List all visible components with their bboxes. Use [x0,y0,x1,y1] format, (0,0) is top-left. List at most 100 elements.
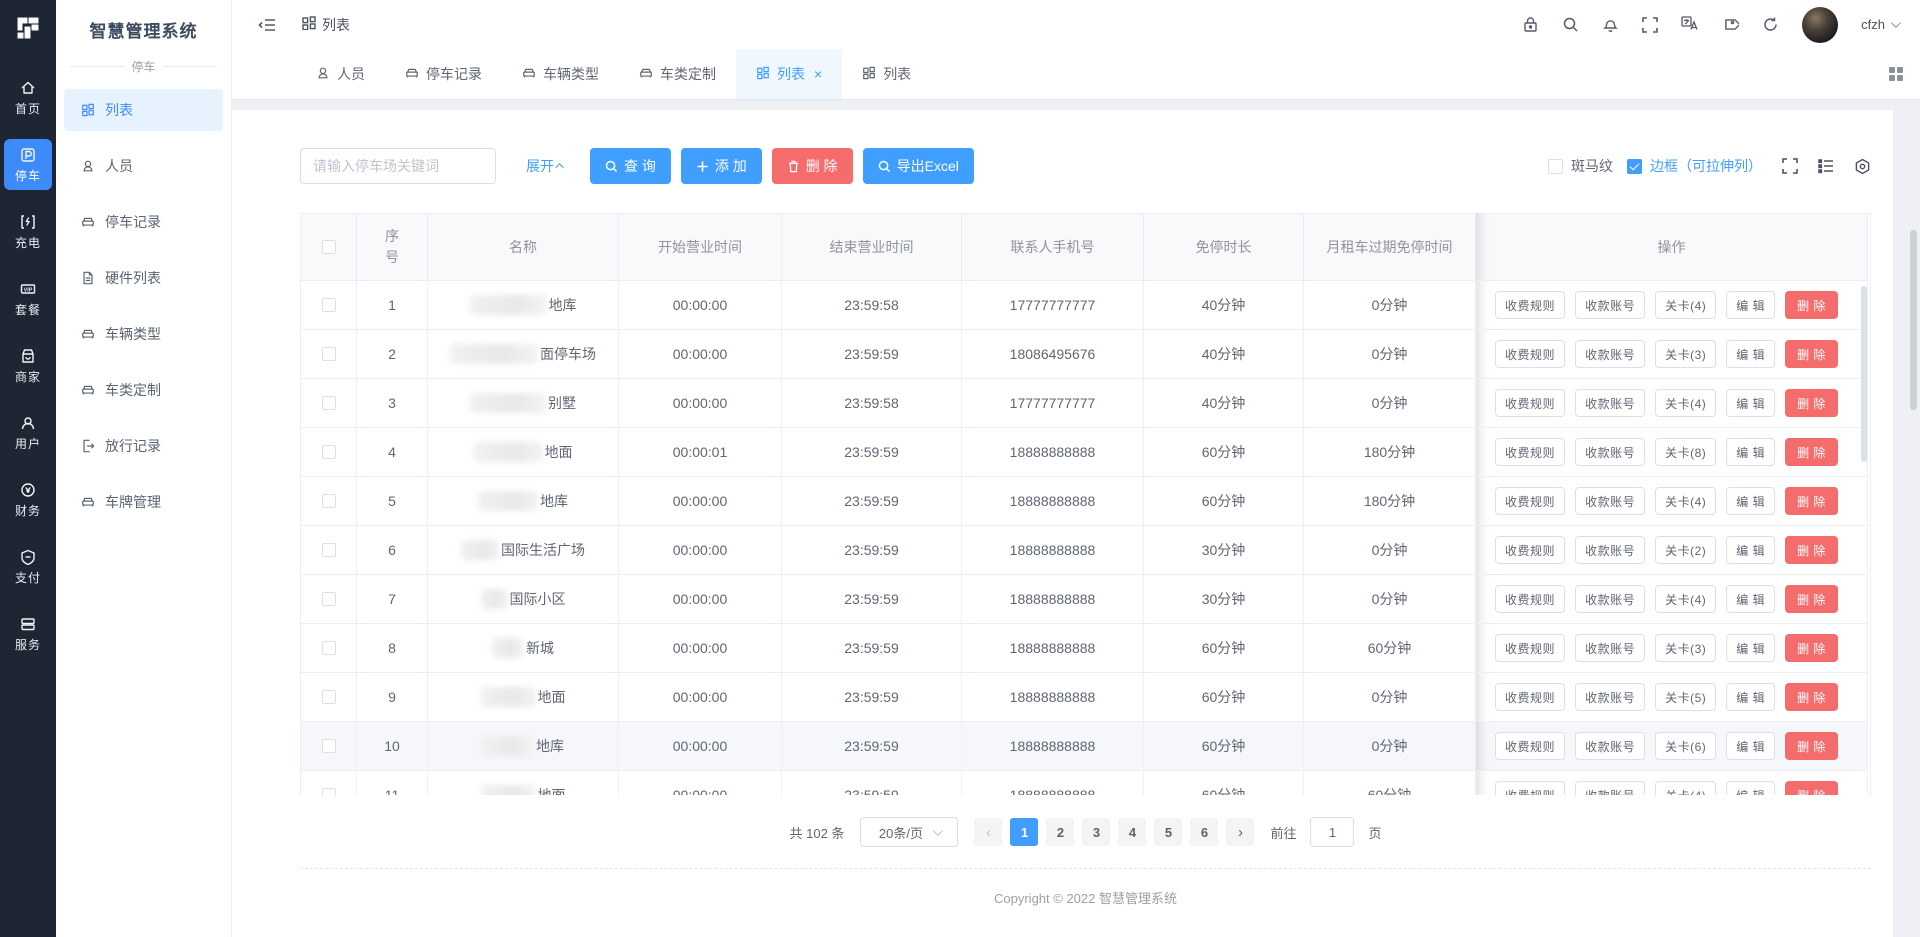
gate-button[interactable]: 关卡(4) [1655,487,1716,515]
edit-button[interactable]: 编 辑 [1726,683,1775,711]
sidebar-item-车类定制[interactable]: 车类定制 [64,369,223,411]
fee-rule-button[interactable]: 收费规则 [1495,487,1565,515]
sidebar-item-停车记录[interactable]: 停车记录 [64,201,223,243]
gate-button[interactable]: 关卡(6) [1655,732,1716,760]
rail-item-套餐[interactable]: VIP 套餐 [4,273,52,324]
gate-button[interactable]: 关卡(4) [1655,585,1716,613]
row-checkbox[interactable] [322,298,336,312]
tag-icon[interactable] [1722,16,1739,33]
fee-rule-button[interactable]: 收费规则 [1495,340,1565,368]
fee-rule-button[interactable]: 收费规则 [1495,291,1565,319]
translate-icon[interactable] [1681,16,1699,33]
fullscreen-icon[interactable] [1642,17,1658,33]
query-button[interactable]: 查 询 [590,148,671,184]
edit-button[interactable]: 编 辑 [1726,781,1775,795]
expand-link[interactable]: 展开 [526,156,564,176]
page-button-4[interactable]: 4 [1118,818,1146,846]
payment-account-button[interactable]: 收款账号 [1575,683,1645,711]
edit-button[interactable]: 编 辑 [1726,438,1775,466]
select-all-checkbox[interactable] [322,240,336,254]
row-checkbox[interactable] [322,543,336,557]
user-menu[interactable]: cfzh [1861,17,1898,32]
edit-button[interactable]: 编 辑 [1726,487,1775,515]
row-delete-button[interactable]: 删 除 [1785,487,1838,515]
row-checkbox[interactable] [322,494,336,508]
rail-item-充电[interactable]: 充电 [4,206,52,257]
payment-account-button[interactable]: 收款账号 [1575,536,1645,564]
payment-account-button[interactable]: 收款账号 [1575,340,1645,368]
fee-rule-button[interactable]: 收费规则 [1495,732,1565,760]
tab-停车记录[interactable]: 停车记录 [385,49,502,99]
table-density-icon[interactable] [1818,158,1834,174]
row-checkbox[interactable] [322,641,336,655]
row-delete-button[interactable]: 删 除 [1785,291,1838,319]
gate-button[interactable]: 关卡(3) [1655,340,1716,368]
page-button-5[interactable]: 5 [1154,818,1182,846]
payment-account-button[interactable]: 收款账号 [1575,291,1645,319]
edit-button[interactable]: 编 辑 [1726,732,1775,760]
payment-account-button[interactable]: 收款账号 [1575,389,1645,417]
add-button[interactable]: 添 加 [681,148,762,184]
gate-button[interactable]: 关卡(4) [1655,389,1716,417]
page-button-2[interactable]: 2 [1046,818,1074,846]
rail-item-首页[interactable]: 首页 [4,72,52,123]
fee-rule-button[interactable]: 收费规则 [1495,683,1565,711]
row-delete-button[interactable]: 删 除 [1785,536,1838,564]
rail-item-财务[interactable]: 财务 [4,474,52,525]
edit-button[interactable]: 编 辑 [1726,291,1775,319]
next-page-button[interactable]: › [1226,818,1254,846]
page-button-6[interactable]: 6 [1190,818,1218,846]
page-size-select[interactable]: 20条/页 [860,817,958,847]
rail-item-停车[interactable]: 停车 [4,139,52,190]
payment-account-button[interactable]: 收款账号 [1575,585,1645,613]
sidebar-collapse-icon[interactable] [258,17,276,33]
rail-item-服务[interactable]: 服务 [4,608,52,659]
gate-button[interactable]: 关卡(4) [1655,781,1716,795]
gate-button[interactable]: 关卡(4) [1655,291,1716,319]
edit-button[interactable]: 编 辑 [1726,634,1775,662]
rail-item-用户[interactable]: 用户 [4,407,52,458]
sidebar-item-放行记录[interactable]: 放行记录 [64,425,223,467]
edit-button[interactable]: 编 辑 [1726,340,1775,368]
row-checkbox[interactable] [322,445,336,459]
page-scrollbar-thumb[interactable] [1910,230,1917,410]
refresh-icon[interactable] [1762,16,1779,33]
zebra-checkbox[interactable]: 斑马纹 [1548,156,1613,176]
fee-rule-button[interactable]: 收费规则 [1495,536,1565,564]
sidebar-item-硬件列表[interactable]: 硬件列表 [64,257,223,299]
table-scrollbar-thumb[interactable] [1861,286,1867,462]
sidebar-item-列表[interactable]: 列表 [64,89,223,131]
row-checkbox[interactable] [322,788,336,795]
gate-button[interactable]: 关卡(2) [1655,536,1716,564]
row-checkbox[interactable] [322,739,336,753]
payment-account-button[interactable]: 收款账号 [1575,634,1645,662]
rail-item-支付[interactable]: 支付 [4,541,52,592]
prev-page-button[interactable]: ‹ [974,818,1002,846]
row-delete-button[interactable]: 删 除 [1785,585,1838,613]
fee-rule-button[interactable]: 收费规则 [1495,585,1565,613]
row-delete-button[interactable]: 删 除 [1785,340,1838,368]
tab-车辆类型[interactable]: 车辆类型 [502,49,619,99]
tab-列表[interactable]: 列表 [842,49,931,99]
tab-close-icon[interactable]: × [814,66,822,82]
page-button-3[interactable]: 3 [1082,818,1110,846]
tab-车类定制[interactable]: 车类定制 [619,49,736,99]
user-avatar[interactable] [1802,7,1838,43]
row-delete-button[interactable]: 删 除 [1785,732,1838,760]
fee-rule-button[interactable]: 收费规则 [1495,389,1565,417]
tab-人员[interactable]: 人员 [296,49,385,99]
payment-account-button[interactable]: 收款账号 [1575,781,1645,795]
bell-icon[interactable] [1602,16,1619,33]
goto-page-input[interactable] [1310,817,1354,847]
edit-button[interactable]: 编 辑 [1726,585,1775,613]
row-checkbox[interactable] [322,347,336,361]
page-button-1[interactable]: 1 [1010,818,1038,846]
payment-account-button[interactable]: 收款账号 [1575,487,1645,515]
sidebar-item-车辆类型[interactable]: 车辆类型 [64,313,223,355]
delete-button[interactable]: 删 除 [772,148,853,184]
gate-button[interactable]: 关卡(5) [1655,683,1716,711]
fee-rule-button[interactable]: 收费规则 [1495,634,1565,662]
row-delete-button[interactable]: 删 除 [1785,438,1838,466]
border-checkbox[interactable]: 边框（可拉伸列） [1627,156,1762,176]
row-checkbox[interactable] [322,396,336,410]
